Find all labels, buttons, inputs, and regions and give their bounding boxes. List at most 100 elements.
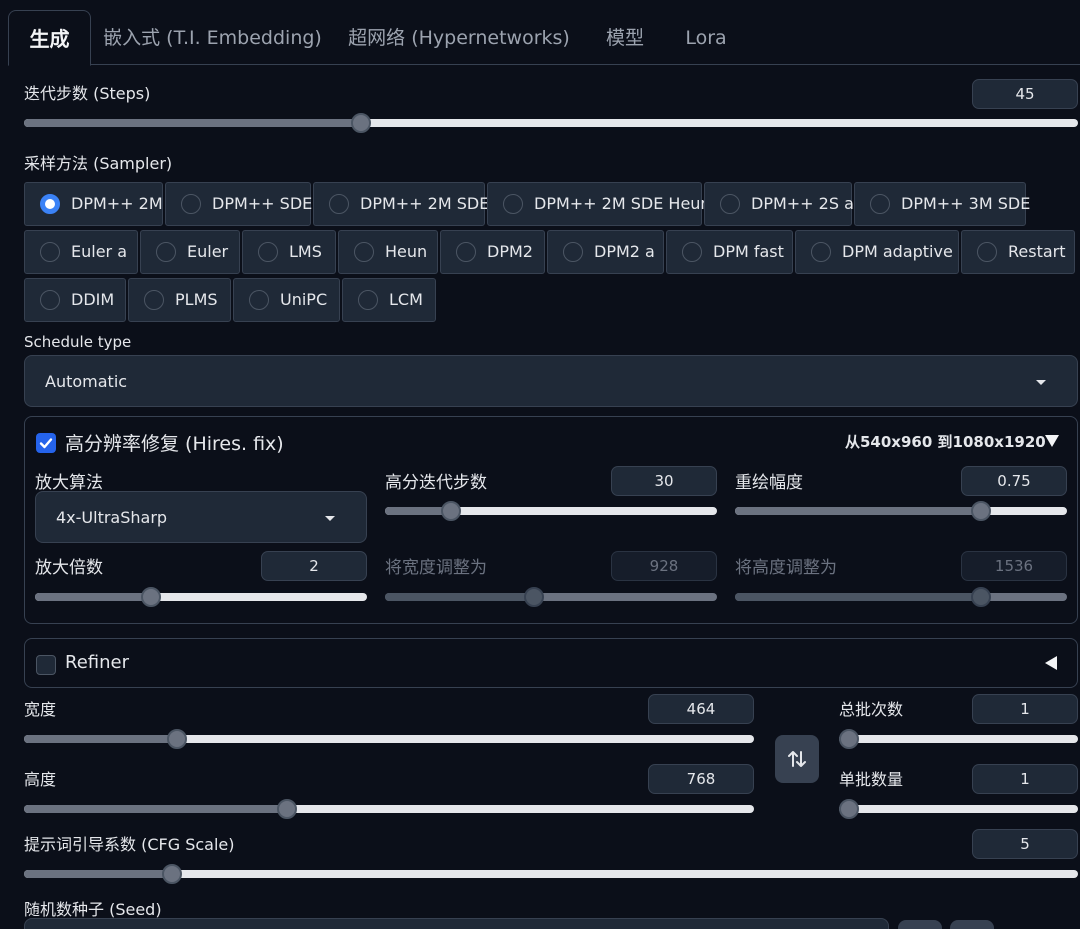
random-seed-button[interactable]: [898, 920, 942, 929]
batch-size-slider-thumb[interactable]: [839, 799, 859, 819]
schedule-type-dropdown[interactable]: Automatic: [24, 355, 1078, 407]
tab-models[interactable]: 模型: [592, 10, 658, 66]
tab-hypernetworks[interactable]: 超网络 (Hypernetworks): [344, 10, 574, 66]
sampler-option-plms[interactable]: PLMS: [128, 278, 231, 322]
refiner-checkbox[interactable]: [36, 655, 56, 675]
batch-size-slider[interactable]: [839, 799, 1078, 819]
sampler-option-dpm2-a[interactable]: DPM2 a: [547, 230, 664, 274]
cfg-scale-slider[interactable]: [24, 864, 1078, 884]
width-slider[interactable]: [24, 729, 754, 749]
tab-ti-embedding[interactable]: 嵌入式 (T.I. Embedding): [100, 10, 325, 66]
steps-input[interactable]: 45: [972, 79, 1078, 109]
radio-dot: [358, 290, 378, 310]
chevron-down-icon: [1036, 380, 1046, 385]
sampler-option-label: DPM++ 3M SDE: [901, 194, 1031, 213]
sampler-option-restart[interactable]: Restart: [961, 230, 1075, 274]
resize-width-slider[interactable]: [385, 587, 717, 607]
width-slider-thumb[interactable]: [167, 729, 188, 749]
sampler-option-heun[interactable]: Heun: [338, 230, 438, 274]
radio-dot: [811, 242, 831, 262]
sampler-option-label: DPM++ SDE: [212, 194, 313, 213]
radio-dot: [40, 194, 60, 214]
sampler-option-label: Heun: [385, 242, 428, 261]
upscaler-dropdown[interactable]: 4x-UltraSharp: [35, 491, 367, 543]
hires-steps-input[interactable]: 30: [611, 466, 717, 496]
denoise-slider[interactable]: [735, 501, 1067, 521]
hires-fix-checkbox[interactable]: [36, 433, 56, 453]
resize-height-slider-thumb[interactable]: [970, 587, 991, 607]
sampler-option-lms[interactable]: LMS: [242, 230, 336, 274]
sampler-option-label: DDIM: [71, 290, 115, 309]
sampler-option-label: Restart: [1008, 242, 1066, 261]
resize-height-slider[interactable]: [735, 587, 1067, 607]
width-input[interactable]: 464: [648, 694, 754, 724]
sampler-option-label: UniPC: [280, 290, 328, 309]
steps-slider-thumb[interactable]: [351, 113, 372, 133]
sampler-option-dpmpp-2m[interactable]: DPM++ 2M: [24, 182, 163, 226]
sampler-option-label: PLMS: [175, 290, 218, 309]
batch-count-slider-thumb[interactable]: [839, 729, 859, 749]
upscaler-label: 放大算法: [35, 473, 103, 493]
radio-dot: [503, 194, 523, 214]
steps-label: 迭代步数 (Steps): [24, 84, 151, 103]
checkmark-icon: [39, 438, 53, 449]
resize-height-input[interactable]: 1536: [961, 551, 1067, 581]
tab-generate[interactable]: 生成: [8, 10, 91, 66]
sampler-option-label: DPM++ 2M SDE Heun: [534, 194, 711, 213]
sampler-option-unipc[interactable]: UniPC: [233, 278, 340, 322]
radio-dot: [720, 194, 740, 214]
sampler-option-dpmpp-sde[interactable]: DPM++ SDE: [165, 182, 313, 226]
sampler-option-euler-a[interactable]: Euler a: [24, 230, 138, 274]
height-input[interactable]: 768: [648, 764, 754, 794]
sampler-option-dpmpp-3m-sde[interactable]: DPM++ 3M SDE: [854, 182, 1030, 226]
batch-count-slider[interactable]: [839, 729, 1078, 749]
upscaler-value: 4x-UltraSharp: [56, 508, 168, 527]
radio-dot: [258, 242, 278, 262]
sampler-option-dpm-adaptive[interactable]: DPM adaptive: [795, 230, 959, 274]
tab-lora[interactable]: Lora: [676, 10, 736, 66]
sampler-option-dpm2[interactable]: DPM2: [440, 230, 545, 274]
denoise-input[interactable]: 0.75: [961, 466, 1067, 496]
sampler-option-dpmpp-2m-sde-heun[interactable]: DPM++ 2M SDE Heun: [487, 182, 711, 226]
swap-dimensions-button[interactable]: [775, 735, 819, 783]
sampler-option-dpm-fast[interactable]: DPM fast: [666, 230, 793, 274]
radio-dot: [156, 242, 176, 262]
refiner-panel[interactable]: [24, 638, 1078, 688]
resize-width-input[interactable]: 928: [611, 551, 717, 581]
hires-fix-title: 高分辨率修复 (Hires. fix): [65, 433, 284, 455]
steps-slider[interactable]: [24, 113, 1078, 133]
sampler-option-label: LMS: [289, 242, 322, 261]
upscale-by-input[interactable]: 2: [261, 551, 367, 581]
radio-dot: [181, 194, 201, 214]
denoise-slider-thumb[interactable]: [970, 501, 991, 521]
radio-dot: [563, 242, 583, 262]
seed-input[interactable]: [24, 918, 889, 929]
cfg-scale-slider-thumb[interactable]: [161, 864, 182, 884]
batch-count-input[interactable]: 1: [972, 694, 1078, 724]
sampler-option-lcm[interactable]: LCM: [342, 278, 436, 322]
radio-dot: [456, 242, 476, 262]
sampler-option-label: DPM++ 2M: [71, 194, 163, 213]
height-slider-thumb[interactable]: [276, 799, 297, 819]
sampler-option-euler[interactable]: Euler: [140, 230, 240, 274]
cfg-scale-input[interactable]: 5: [972, 829, 1078, 859]
triangle-left-icon[interactable]: [1044, 655, 1058, 671]
sampler-option-ddim[interactable]: DDIM: [24, 278, 126, 322]
sampler-option-label: DPM2 a: [594, 242, 655, 261]
hires-steps-label: 高分迭代步数: [385, 473, 487, 493]
sampler-label: 采样方法 (Sampler): [24, 154, 173, 173]
tab-bar: 生成 嵌入式 (T.I. Embedding) 超网络 (Hypernetwor…: [0, 0, 1080, 66]
sampler-option-label: DPM fast: [713, 242, 784, 261]
sampler-option-dpmpp-2s-a[interactable]: DPM++ 2S a: [704, 182, 854, 226]
reuse-seed-button[interactable]: [950, 920, 994, 929]
batch-size-input[interactable]: 1: [972, 764, 1078, 794]
hires-steps-slider[interactable]: [385, 501, 717, 521]
schedule-type-value: Automatic: [45, 372, 128, 391]
swap-vertical-icon: [788, 751, 806, 767]
height-slider[interactable]: [24, 799, 754, 819]
upscale-by-slider[interactable]: [35, 587, 367, 607]
sampler-option-label: LCM: [389, 290, 423, 309]
schedule-type-label: Schedule type: [24, 333, 132, 351]
sampler-option-dpmpp-2m-sde[interactable]: DPM++ 2M SDE: [313, 182, 489, 226]
triangle-down-icon[interactable]: [1044, 434, 1060, 448]
